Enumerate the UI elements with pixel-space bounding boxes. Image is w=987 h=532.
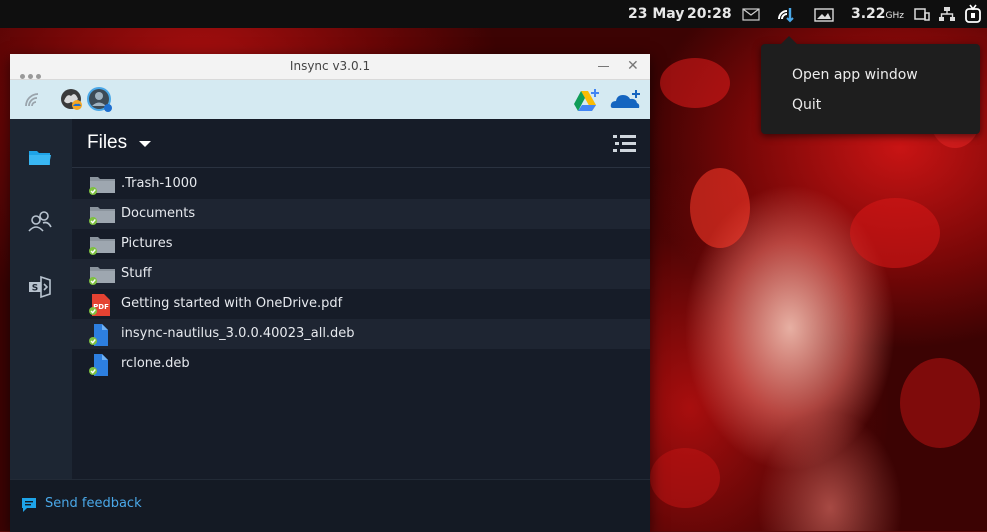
folder-icon bbox=[88, 174, 116, 196]
feedback-icon[interactable] bbox=[21, 497, 37, 517]
folder-icon bbox=[88, 204, 116, 226]
minimize-icon[interactable] bbox=[598, 66, 609, 67]
file-name: Documents bbox=[121, 206, 196, 221]
menu-item-quit[interactable]: Quit bbox=[792, 93, 821, 117]
network-icon[interactable] bbox=[938, 6, 956, 26]
pdf-file-icon: PDF bbox=[88, 294, 116, 316]
files-header: Files bbox=[72, 119, 650, 168]
file-row-documents[interactable]: Documents bbox=[72, 199, 650, 229]
svg-text:S: S bbox=[32, 284, 38, 294]
file-row-insync-deb[interactable]: insync-nautilus_3.0.0.40023_all.deb bbox=[72, 319, 650, 349]
document-file-icon bbox=[88, 354, 116, 376]
footer: Send feedback bbox=[10, 479, 650, 532]
file-name: Getting started with OneDrive.pdf bbox=[121, 296, 343, 311]
chevron-down-icon[interactable] bbox=[139, 141, 151, 147]
file-name: Pictures bbox=[121, 236, 173, 251]
panel-date[interactable]: 23 May bbox=[628, 0, 684, 28]
sidebar-sharepoint-button[interactable]: S bbox=[27, 274, 53, 304]
tray-menu-arrow bbox=[781, 36, 797, 44]
sidebar-shared-button[interactable] bbox=[27, 208, 53, 238]
sidebar: S bbox=[10, 119, 72, 479]
file-row-stuff[interactable]: Stuff bbox=[72, 259, 650, 289]
file-list: .Trash-1000 Documents Pictures Stuff PDF… bbox=[72, 169, 650, 379]
sidebar-files-button[interactable] bbox=[27, 147, 53, 173]
add-google-drive-icon[interactable] bbox=[573, 88, 601, 116]
files-dropdown-label[interactable]: Files bbox=[87, 132, 127, 154]
title-bar[interactable]: Insync v3.0.1 ✕ bbox=[10, 54, 650, 80]
document-file-icon bbox=[88, 324, 116, 346]
file-row-rclone-deb[interactable]: rclone.deb bbox=[72, 349, 650, 379]
list-view-icon[interactable] bbox=[612, 133, 638, 159]
tray-menu: Open app window Quit bbox=[761, 36, 980, 134]
panel-time[interactable]: 20:28 bbox=[687, 0, 732, 28]
insync-tray-icon[interactable] bbox=[776, 4, 796, 28]
main-panel: Files .Trash-1000 Documents Pictures Stu… bbox=[72, 119, 650, 479]
add-onedrive-icon[interactable] bbox=[610, 89, 642, 115]
power-icon[interactable] bbox=[964, 4, 982, 28]
send-feedback-link[interactable]: Send feedback bbox=[45, 496, 142, 511]
top-panel: 23 May 20:28 3.22GHz bbox=[0, 0, 987, 28]
account-avatar-google-drive[interactable] bbox=[86, 86, 114, 118]
account-avatar-onedrive[interactable] bbox=[59, 87, 83, 115]
window-title: Insync v3.0.1 bbox=[289, 59, 371, 73]
file-row-trash[interactable]: .Trash-1000 bbox=[72, 169, 650, 199]
file-name: rclone.deb bbox=[121, 356, 190, 371]
close-icon[interactable]: ✕ bbox=[627, 59, 639, 73]
image-icon[interactable] bbox=[814, 7, 834, 26]
file-row-pictures[interactable]: Pictures bbox=[72, 229, 650, 259]
cpu-unit: GHz bbox=[885, 11, 905, 21]
file-row-onedrive-pdf[interactable]: PDF Getting started with OneDrive.pdf bbox=[72, 289, 650, 319]
file-name: .Trash-1000 bbox=[121, 176, 198, 191]
folder-icon bbox=[88, 264, 116, 286]
file-name: Stuff bbox=[121, 266, 152, 281]
toolbar bbox=[10, 80, 650, 119]
display-icon[interactable] bbox=[914, 7, 930, 26]
sync-status-icon[interactable] bbox=[24, 90, 42, 112]
cpu-frequency[interactable]: 3.22GHz bbox=[851, 0, 904, 28]
menu-item-open-app-window[interactable]: Open app window bbox=[792, 63, 918, 87]
mail-icon[interactable] bbox=[742, 6, 760, 25]
file-name: insync-nautilus_3.0.0.40023_all.deb bbox=[121, 326, 355, 341]
folder-icon bbox=[88, 234, 116, 256]
insync-window: Insync v3.0.1 ✕ S Files .Trash-1000 Docu… bbox=[10, 54, 650, 532]
cpu-value: 3.22 bbox=[851, 6, 886, 22]
